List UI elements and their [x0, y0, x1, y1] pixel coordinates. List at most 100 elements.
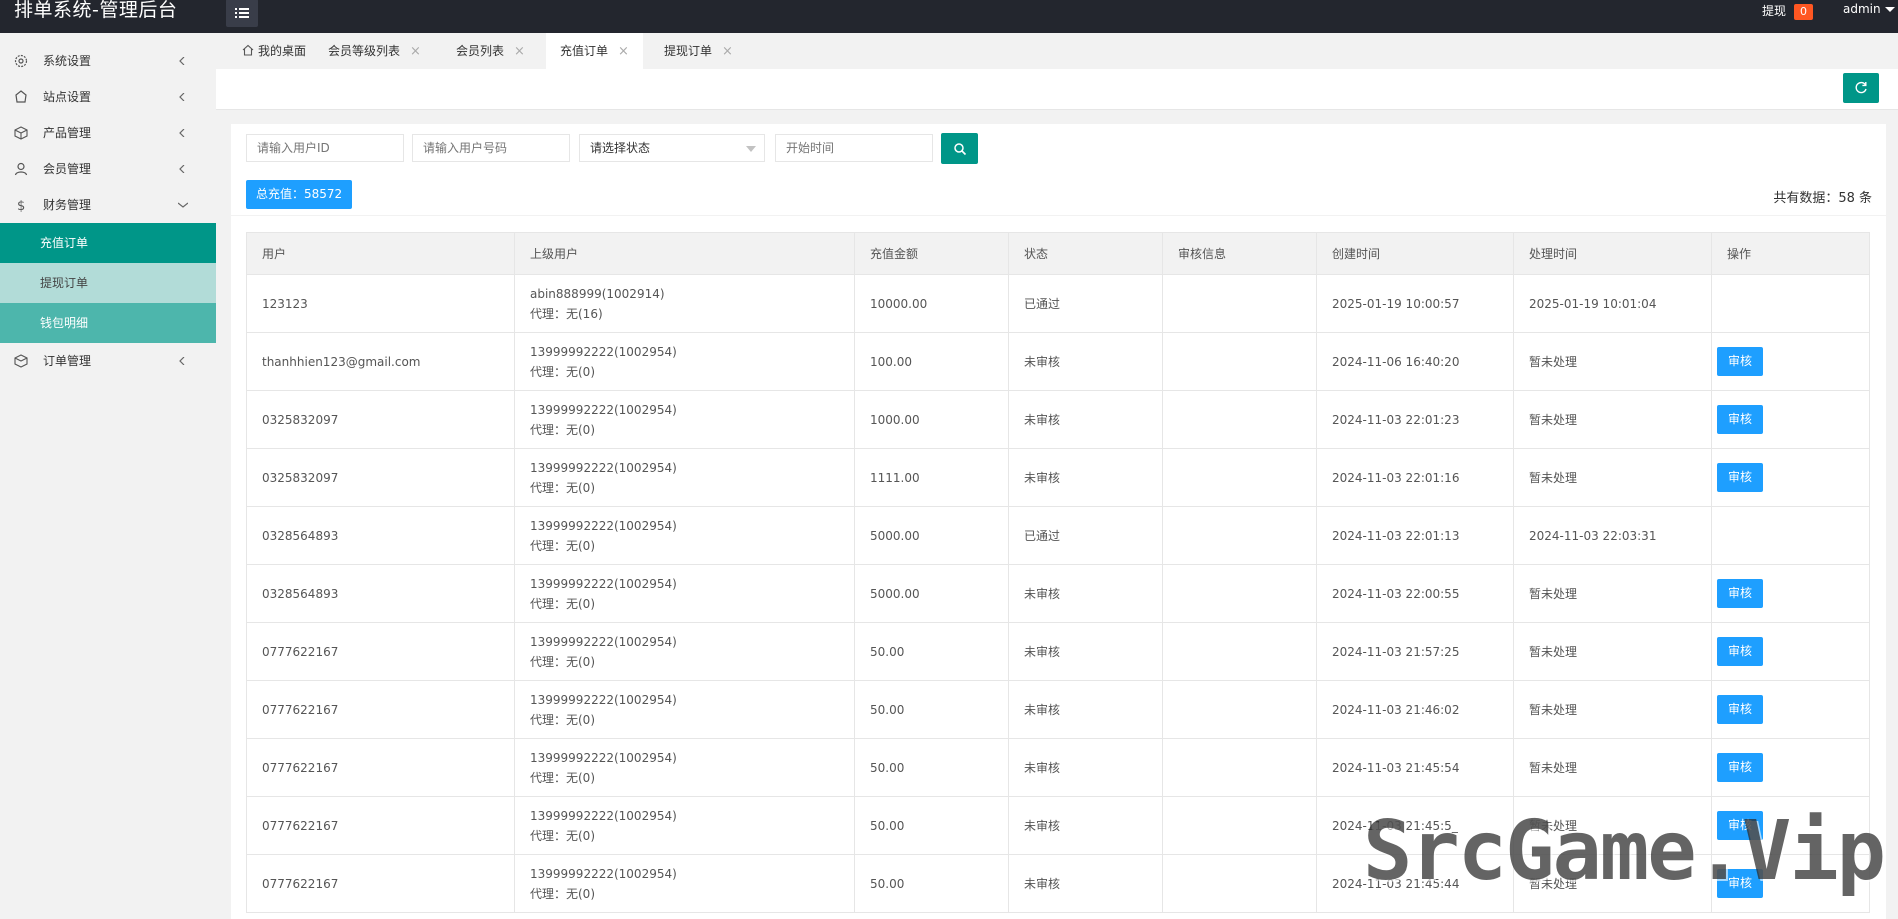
agent-info: 代理：无(16): [530, 306, 603, 321]
table-row: 0777622167 13999992222(1002954) 代理：无(0) 50.…: [246, 622, 1870, 681]
audit-info-cell: [1162, 448, 1317, 507]
amount-cell: 10000.00: [854, 274, 1009, 333]
user-phone-input[interactable]: [412, 134, 570, 162]
close-icon[interactable]: ×: [514, 44, 525, 59]
audit-button[interactable]: 审核: [1717, 695, 1764, 724]
sidebar-subitem-recharge-orders[interactable]: 充值订单: [0, 223, 216, 263]
audit-button[interactable]: 审核: [1717, 405, 1764, 434]
sidebar-item-label: 会员管理: [43, 162, 92, 176]
parent-user-cell: 13999992222(1002954) 代理：无(0): [514, 854, 855, 913]
parent-user-cell: 13999992222(1002954) 代理：无(0): [514, 680, 855, 739]
amount-cell: 5000.00: [854, 564, 1009, 623]
audit-button[interactable]: 审核: [1717, 463, 1764, 492]
processed-time-cell: 2025-01-19 10:01:04: [1513, 274, 1712, 333]
audit-info-cell: [1162, 506, 1317, 565]
table-row: 123123 abin888999(1002914) 代理：无(16) 10000.0…: [246, 274, 1870, 333]
user-cell: 0325832097: [246, 390, 515, 449]
created-time-cell: 2024-11-03 21:45:54: [1316, 738, 1514, 797]
sidebar-item-orders[interactable]: 订单管理: [0, 343, 216, 379]
tab-bar: 我的桌面 会员等级列表 × 会员列表 × 充值订单 × 提现订单 ×: [216, 33, 1898, 69]
user-cell: 0777622167: [246, 622, 515, 681]
dropdown-arrow-icon: [746, 146, 756, 152]
divider: [231, 215, 1886, 216]
processed-time-cell: 2024-11-03 22:03:31: [1513, 506, 1712, 565]
created-time-cell: 2024-11-03 22:00:55: [1316, 564, 1514, 623]
search-icon: [953, 142, 966, 155]
amount-cell: 50.00: [854, 796, 1009, 855]
column-header: 上级用户: [514, 232, 855, 275]
parent-user-cell: 13999992222(1002954) 代理：无(0): [514, 738, 855, 797]
agent-info: 代理：无(0): [530, 364, 595, 379]
parent-user: abin888999(1002914): [530, 286, 665, 301]
tab-label: 我的桌面: [258, 44, 307, 58]
column-header: 审核信息: [1162, 232, 1317, 275]
status-select-value: 请选择状态: [590, 141, 651, 155]
audit-button[interactable]: 审核: [1717, 347, 1764, 376]
processed-time-cell: 暂未处理: [1513, 332, 1712, 391]
tab-my-desktop[interactable]: 我的桌面: [228, 33, 320, 69]
column-header: 创建时间: [1316, 232, 1514, 275]
start-time-input[interactable]: [775, 134, 933, 162]
parent-user-cell: 13999992222(1002954) 代理：无(0): [514, 506, 855, 565]
audit-info-cell: [1162, 390, 1317, 449]
amount-cell: 1000.00: [854, 390, 1009, 449]
user-id-input[interactable]: [246, 134, 404, 162]
tab-member-list[interactable]: 会员列表 ×: [442, 33, 539, 69]
agent-info: 代理：无(0): [530, 828, 595, 843]
status-cell: 未审核: [1008, 854, 1163, 913]
amount-cell: 1111.00: [854, 448, 1009, 507]
parent-user: 13999992222(1002954): [530, 808, 677, 823]
sidebar-item-products[interactable]: 产品管理: [0, 115, 216, 151]
column-header: 处理时间: [1513, 232, 1712, 275]
action-cell: 审核: [1711, 332, 1870, 391]
audit-button[interactable]: 审核: [1717, 637, 1764, 666]
tab-member-levels[interactable]: 会员等级列表 ×: [314, 33, 435, 69]
audit-button[interactable]: 审核: [1717, 579, 1764, 608]
home-icon: [242, 44, 254, 56]
user-cell: 0328564893: [246, 564, 515, 623]
sidebar-item-label: 系统设置: [43, 54, 92, 68]
sidebar-item-label: 站点设置: [43, 90, 92, 104]
sidebar-item-members[interactable]: 会员管理: [0, 151, 216, 187]
status-select[interactable]: 请选择状态: [579, 134, 765, 162]
box-icon: [14, 126, 28, 140]
top-header: 排单系统-管理后台 提现 0 admin: [0, 0, 1898, 33]
gear-icon: [14, 54, 28, 68]
menu-toggle-button[interactable]: [226, 0, 258, 27]
withdraw-count-badge: 0: [1794, 4, 1813, 20]
withdraw-link[interactable]: 提现: [1762, 2, 1786, 19]
column-header: 操作: [1711, 232, 1870, 275]
close-icon[interactable]: ×: [722, 44, 733, 59]
user-menu[interactable]: admin: [1843, 2, 1895, 16]
agent-info: 代理：无(0): [530, 712, 595, 727]
search-button[interactable]: [941, 133, 978, 164]
parent-user: 13999992222(1002954): [530, 866, 677, 881]
sidebar-item-site-settings[interactable]: 站点设置: [0, 79, 216, 115]
tab-label: 充值订单: [560, 44, 609, 58]
amount-cell: 100.00: [854, 332, 1009, 391]
sidebar-subitem-withdraw-orders[interactable]: 提现订单: [0, 263, 216, 303]
parent-user-cell: 13999992222(1002954) 代理：无(0): [514, 564, 855, 623]
processed-time-cell: 暂未处理: [1513, 564, 1712, 623]
sidebar-item-finance[interactable]: $ 财务管理: [0, 187, 216, 223]
status-cell: 未审核: [1008, 564, 1163, 623]
created-time-cell: 2024-11-03 22:01:16: [1316, 448, 1514, 507]
audit-info-cell: [1162, 274, 1317, 333]
audit-button[interactable]: 审核: [1717, 753, 1764, 782]
refresh-button[interactable]: [1843, 73, 1879, 103]
close-icon[interactable]: ×: [618, 44, 629, 59]
watermark-text: SrcGame.Vip: [1363, 804, 1886, 899]
tab-withdraw-orders[interactable]: 提现订单 ×: [650, 33, 747, 69]
agent-info: 代理：无(0): [530, 654, 595, 669]
close-icon[interactable]: ×: [410, 44, 421, 59]
table-row: 0325832097 13999992222(1002954) 代理：无(0) 100…: [246, 390, 1870, 449]
sidebar-item-system-settings[interactable]: 系统设置: [0, 43, 216, 79]
refresh-icon: [1855, 81, 1867, 94]
sidebar-subitem-wallet-details[interactable]: 钱包明细: [0, 303, 216, 343]
tab-recharge-orders[interactable]: 充值订单 ×: [546, 33, 643, 69]
table-row: 0328564893 13999992222(1002954) 代理：无(0) 500…: [246, 506, 1870, 565]
parent-user-cell: 13999992222(1002954) 代理：无(0): [514, 448, 855, 507]
audit-info-cell: [1162, 680, 1317, 739]
amount-cell: 50.00: [854, 854, 1009, 913]
parent-user: 13999992222(1002954): [530, 518, 677, 533]
